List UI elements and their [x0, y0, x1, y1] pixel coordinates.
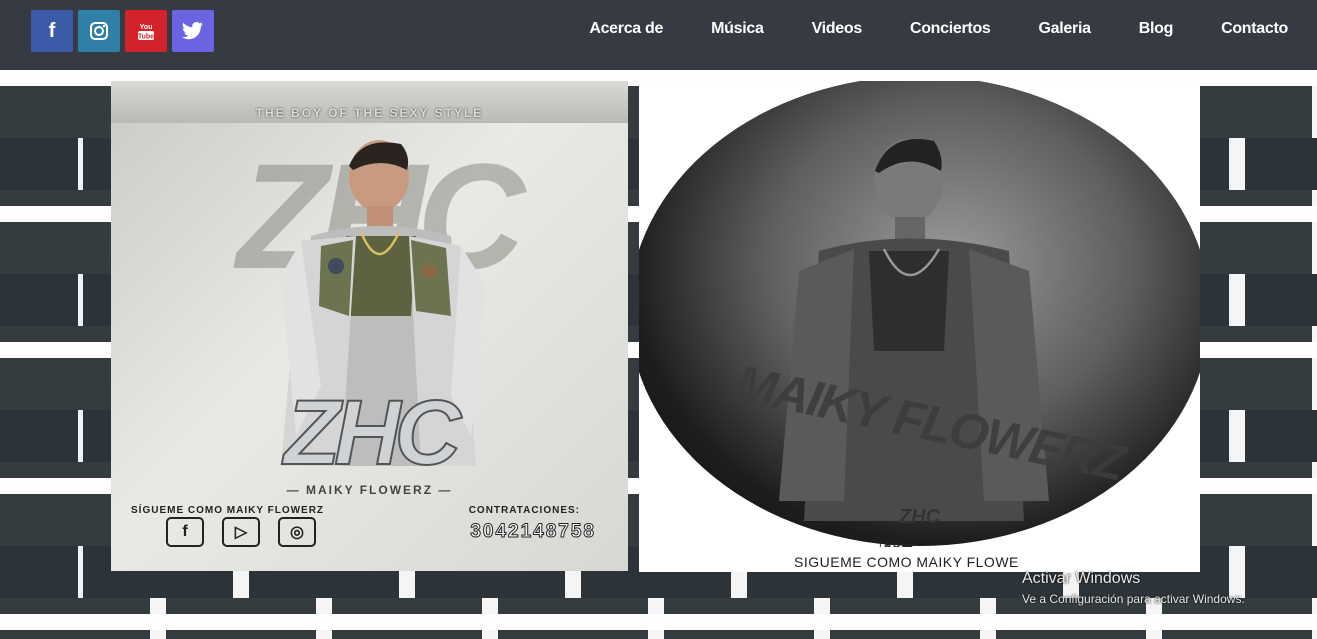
top-navigation-bar: f You Tube Acerca de Música Videos Concie… [0, 0, 1317, 70]
nav-acerca-de[interactable]: Acerca de [589, 20, 663, 38]
promo-poster-left[interactable]: THE BOY OF THE SEXY STYLE ZHC ZHC — MAIK… [111, 81, 628, 571]
nav-conciertos[interactable]: Conciertos [910, 20, 991, 38]
nav-videos[interactable]: Videos [812, 20, 863, 38]
nav-contacto[interactable]: Contacto [1221, 20, 1288, 38]
main-menu: Acerca de Música Videos Conciertos Galer… [541, 20, 1288, 38]
windows-activation-title: Activar Windows [1022, 570, 1141, 587]
contracts-label: CONTRATACIONES: [468, 505, 580, 516]
twitter-icon[interactable] [172, 10, 214, 52]
facebook-icon: f [166, 517, 204, 547]
facebook-icon[interactable]: f [31, 10, 73, 52]
nav-galeria[interactable]: Galeria [1039, 20, 1091, 38]
zhc-logo-small: ZHC [898, 506, 941, 528]
poster-social-icons: f ◙ ◘ ▬ [879, 539, 913, 550]
poster-tagline: THE BOY OF THE SEXY STYLE [255, 106, 484, 120]
social-links: f You Tube [31, 10, 214, 52]
follow-text: SIGUEME COMO MAIKY FLOWE [794, 554, 1019, 570]
svg-text:You: You [140, 24, 153, 31]
poster-social-icons: f ▷ ◎ [166, 517, 316, 547]
follow-text: SÍGUEME COMO MAIKY FLOWERZ [131, 505, 325, 516]
phone-number: 3042148758 [470, 521, 596, 543]
nav-blog[interactable]: Blog [1139, 20, 1174, 38]
instagram-icon: ◎ [278, 517, 316, 547]
youtube-icon: ▷ [222, 517, 260, 547]
artist-name: — MAIKY FLOWERZ — [286, 483, 453, 497]
zhc-logo: ZHC [283, 381, 462, 485]
windows-activation-subtitle: Ve a Configuración para activar Windows. [1022, 592, 1245, 606]
promo-poster-right[interactable]: MAIKY FLOWERZ ZHC f ◙ ◘ ▬ SIGUEME COMO M… [639, 81, 1200, 572]
instagram-icon[interactable] [78, 10, 120, 52]
nav-musica[interactable]: Música [711, 20, 764, 38]
svg-text:Tube: Tube [138, 34, 154, 41]
youtube-icon[interactable]: You Tube [125, 10, 167, 52]
